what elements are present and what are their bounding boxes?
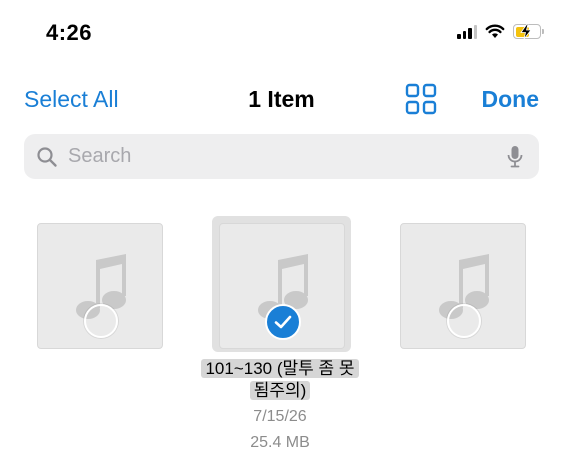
status-time: 4:26 (46, 20, 93, 45)
selected-checkmark-icon[interactable] (265, 304, 301, 340)
file-item-3[interactable] (400, 223, 526, 349)
selection-circle[interactable] (447, 304, 481, 338)
file-item-1[interactable] (37, 223, 163, 349)
file-date: 7/15/26 (253, 408, 307, 425)
grid-view-icon[interactable] (405, 83, 437, 115)
file-item-2[interactable] (219, 223, 345, 349)
wifi-icon (485, 24, 505, 38)
microphone-icon[interactable] (507, 145, 523, 169)
search-icon (37, 146, 57, 167)
page-title: 1 Item (248, 86, 315, 112)
search-input[interactable] (66, 144, 490, 169)
selection-circle[interactable] (84, 304, 118, 338)
done-button[interactable]: Done (482, 86, 540, 113)
file-size: 25.4 MB (250, 434, 310, 451)
cellular-signal-icon (457, 24, 477, 39)
battery-charging-icon (513, 24, 544, 39)
file-name-line-2: 됨주의) (249, 381, 311, 400)
file-name-line-1: 101~130 (말투 좀 못 (201, 359, 359, 378)
status-icons (457, 24, 544, 39)
search-bar[interactable] (24, 134, 539, 179)
file-name: 101~130 (말투 좀 못 됨주의) (180, 358, 380, 402)
